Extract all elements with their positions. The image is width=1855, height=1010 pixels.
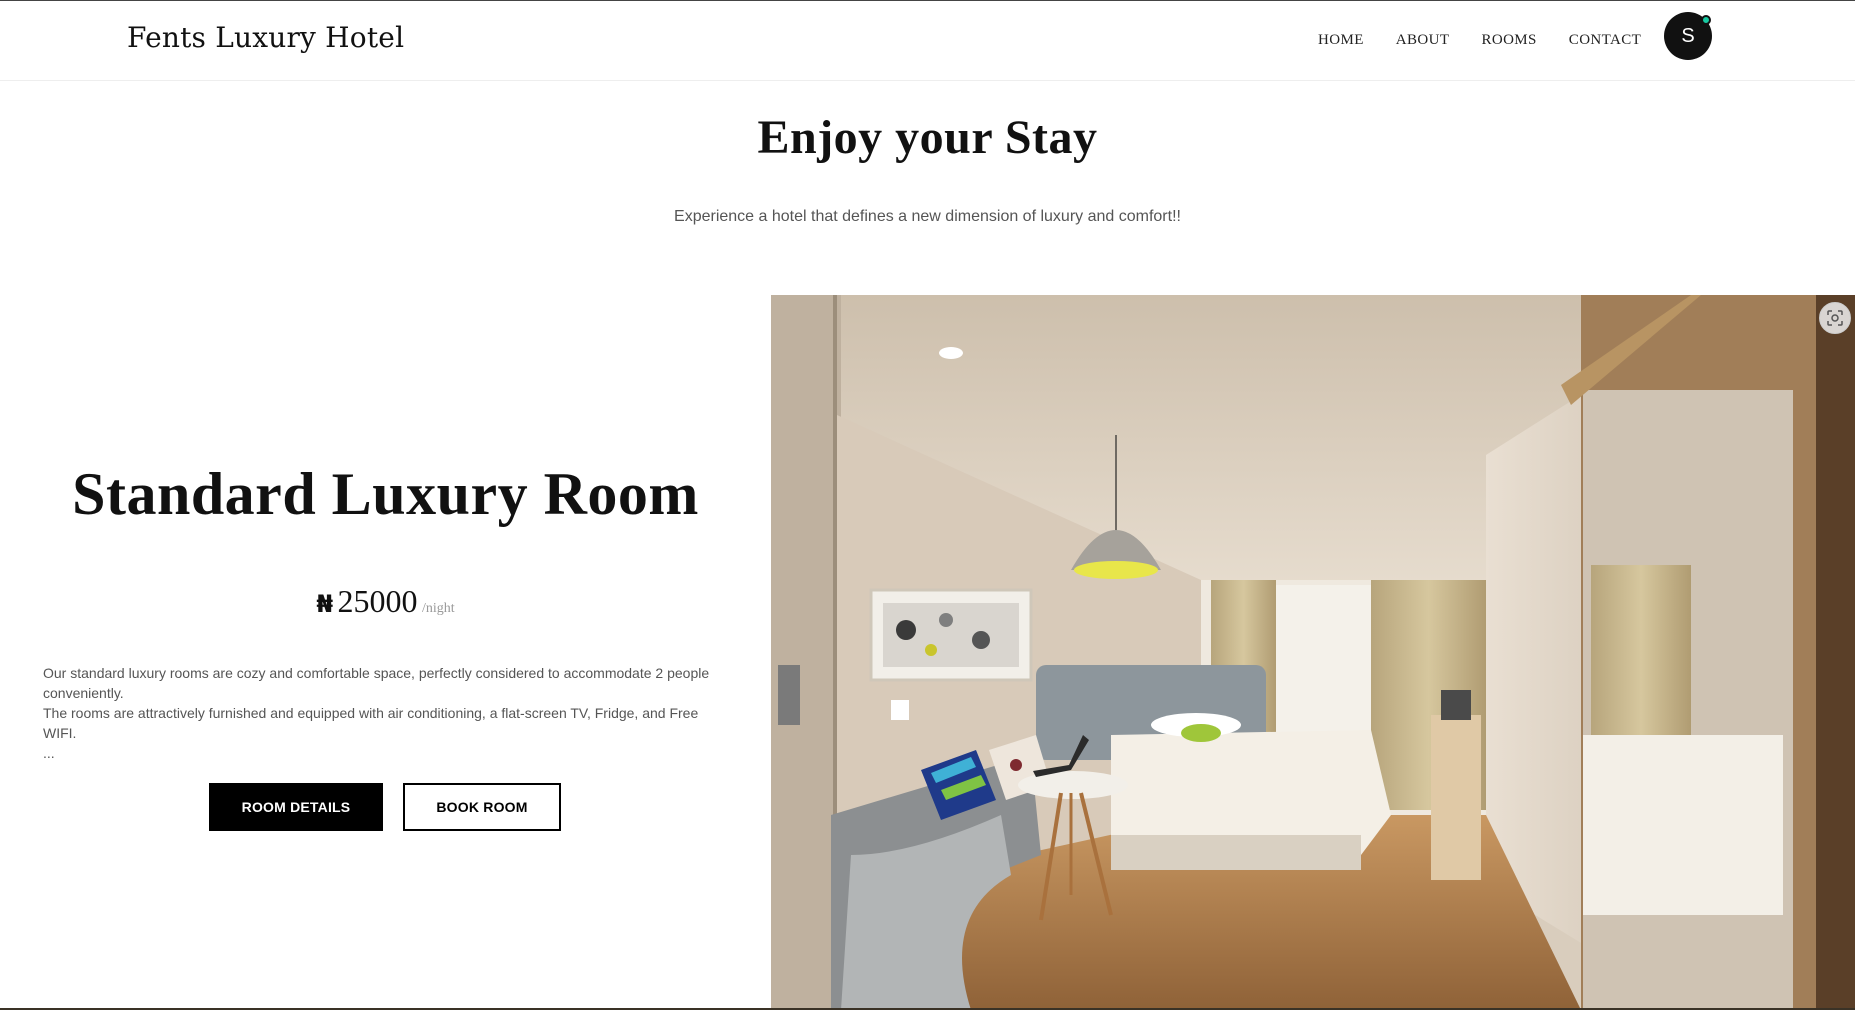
- room-description: Our standard luxury rooms are cozy and c…: [43, 663, 723, 763]
- online-status-dot: [1701, 15, 1711, 25]
- room-description-more: ...: [43, 745, 55, 761]
- nav-about[interactable]: ABOUT: [1396, 32, 1450, 49]
- user-avatar[interactable]: S: [1664, 12, 1712, 60]
- nav-home[interactable]: HOME: [1318, 32, 1364, 49]
- page-subtitle: Experience a hotel that defines a new di…: [674, 208, 1181, 225]
- nav-contact[interactable]: CONTACT: [1569, 32, 1641, 49]
- scan-icon[interactable]: [1819, 302, 1851, 334]
- page-title: Enjoy your Stay: [757, 111, 1098, 164]
- room-description-line: The rooms are attractively furnished and…: [43, 705, 699, 741]
- avatar-initial: S: [1681, 24, 1695, 47]
- room-title: Standard Luxury Room: [72, 461, 699, 527]
- room-price: ₦ 25000 /night: [0, 583, 771, 620]
- price-unit: /night: [421, 601, 455, 616]
- price-value: 25000: [337, 583, 418, 619]
- scan-icon-glyph: [1827, 310, 1843, 326]
- site-header: Fents Luxury Hotel HOME ABOUT ROOMS CONT…: [0, 1, 1855, 81]
- room-details-button[interactable]: ROOM DETAILS: [209, 783, 383, 831]
- room-photo-illustration: [771, 295, 1855, 1010]
- nav-rooms[interactable]: ROOMS: [1481, 32, 1536, 49]
- room-description-line: Our standard luxury rooms are cozy and c…: [43, 665, 710, 701]
- book-room-button[interactable]: BOOK ROOM: [403, 783, 561, 831]
- room-photo: [771, 295, 1855, 1010]
- currency-symbol: ₦: [316, 590, 334, 618]
- main-nav: HOME ABOUT ROOMS CONTACT: [1318, 32, 1673, 49]
- brand-logo-text[interactable]: Fents Luxury Hotel: [127, 21, 404, 54]
